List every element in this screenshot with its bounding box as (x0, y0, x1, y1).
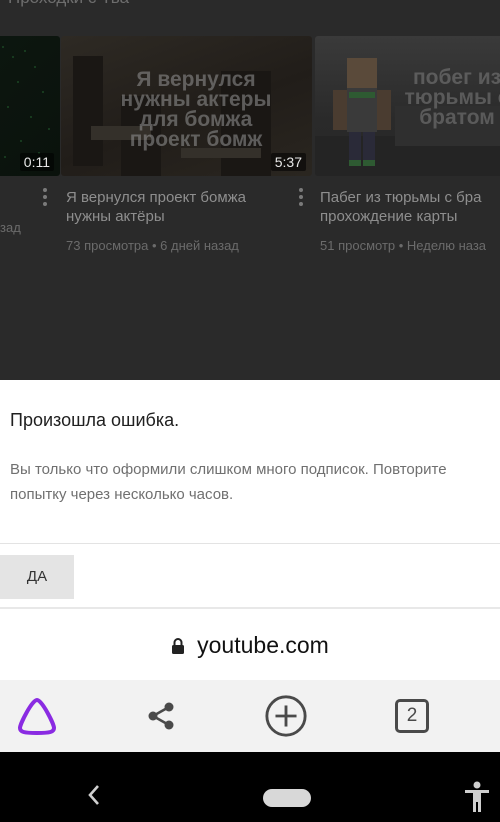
new-tab-button[interactable] (264, 694, 308, 738)
section-title: Проходки с Тва (8, 0, 129, 8)
alice-assistant-icon (18, 698, 56, 735)
thumbnail-caption: побег из тюрьмы с братом (404, 66, 500, 129)
video-duration: 5:37 (270, 153, 306, 171)
address-bar[interactable]: youtube.com (0, 610, 500, 680)
video-duration: 0:11 (19, 153, 54, 171)
video-thumbnail[interactable]: побег из тюрьмы с братом (315, 36, 500, 176)
video-title-line: нужны актёры (66, 208, 165, 225)
share-button[interactable] (139, 694, 183, 738)
video-meta: 73 просмотра • 6 дней назад (66, 238, 239, 253)
tab-count: 2 (406, 705, 418, 726)
background-page: Проходки с Тва 0:11 зад (0, 0, 500, 380)
more-options-icon[interactable] (42, 188, 48, 206)
video-thumbnail[interactable]: Я вернулся нужны актеры для бомжа проект… (61, 36, 312, 176)
video-meta: 51 просмотр • Неделю наза (320, 238, 487, 253)
plus-circle-icon (265, 695, 307, 737)
video-meta: зад (0, 220, 21, 235)
more-options-icon[interactable] (298, 188, 304, 206)
video-thumbnail[interactable]: 0:11 (0, 36, 60, 176)
url-text[interactable]: youtube.com (197, 632, 329, 659)
dialog-title: Произошла ошибка. (10, 410, 180, 430)
system-nav-bar (0, 752, 500, 822)
video-title-line: Пабег из тюрьмы с бра (320, 189, 482, 206)
video-title[interactable]: Пабег из тюрьмы с бра прохождение карты (320, 188, 500, 226)
video-title[interactable]: Я вернулся проект бомжа нужны актёры (66, 188, 306, 226)
divider (0, 543, 500, 544)
alice-assistant-button[interactable] (15, 694, 59, 738)
divider (0, 607, 500, 609)
confirm-button[interactable]: ДА (0, 555, 74, 599)
video-title-line: Я вернулся проект бомжа (66, 189, 247, 206)
dialog-message-line: Вы только что оформили слишком много под… (10, 461, 447, 478)
video-title-line: прохождение карты (320, 208, 458, 225)
address-bar-content[interactable]: youtube.com (0, 610, 500, 680)
tabs-counter-icon: 2 (395, 699, 429, 733)
home-pill-icon[interactable] (263, 789, 311, 807)
tabs-button[interactable]: 2 (390, 694, 434, 738)
browser-toolbar: 2 (0, 680, 500, 752)
share-icon (148, 702, 174, 730)
accessibility-icon[interactable] (463, 781, 491, 813)
dialog-message: Вы только что оформили слишком много под… (10, 457, 500, 507)
dialog-message-line: попытку через несколько часов. (10, 486, 234, 503)
chevron-left-icon[interactable] (84, 780, 104, 810)
error-dialog: Произошла ошибка. Вы только что оформили… (0, 380, 500, 610)
thumbnail-caption: Я вернулся нужны актеры для бомжа проект… (120, 68, 272, 151)
lock-icon (172, 637, 185, 654)
